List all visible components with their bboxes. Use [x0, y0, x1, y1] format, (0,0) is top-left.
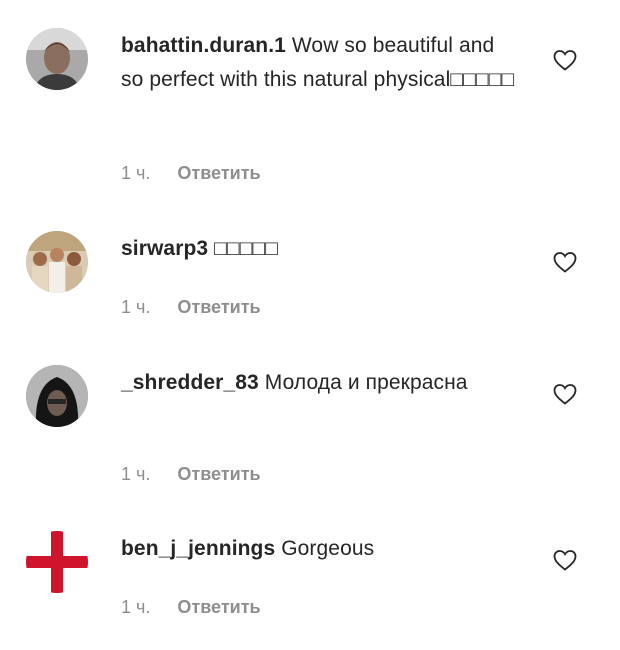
comment-content: _shredder_83 Молода и прекрасна	[121, 366, 521, 400]
like-heart-icon[interactable]	[553, 383, 577, 405]
user-photo-icon	[26, 28, 88, 90]
comment-meta: 1 ч. Ответить	[121, 297, 261, 318]
comment-username[interactable]: _shredder_83	[121, 371, 259, 394]
comment-meta: 1 ч. Ответить	[121, 464, 261, 485]
avatar[interactable]	[26, 365, 88, 427]
comment-content: bahattin.duran.1 Wow so beautiful and so…	[121, 29, 521, 97]
like-heart-icon[interactable]	[553, 49, 577, 71]
comment-username[interactable]: sirwarp3	[121, 237, 208, 260]
like-heart-icon[interactable]	[553, 549, 577, 571]
reply-button[interactable]: Ответить	[177, 597, 260, 617]
comment-meta: 1 ч. Ответить	[121, 163, 261, 184]
avatar[interactable]	[26, 28, 88, 90]
comment-text: □□□□□	[214, 237, 279, 260]
comment-time: 1 ч.	[121, 163, 151, 183]
comment-text: Молода и прекрасна	[264, 371, 468, 394]
avatar[interactable]	[26, 231, 88, 293]
comment-content: sirwarp3 □□□□□	[121, 232, 521, 266]
england-flag-icon	[26, 531, 88, 593]
like-heart-icon[interactable]	[553, 251, 577, 273]
reply-button[interactable]: Ответить	[177, 464, 260, 484]
reply-button[interactable]: Ответить	[177, 297, 260, 317]
group-photo-icon	[26, 231, 88, 293]
comment-time: 1 ч.	[121, 297, 151, 317]
comment-meta: 1 ч. Ответить	[121, 597, 261, 618]
hooded-person-photo-icon	[26, 365, 88, 427]
comment-content: ben_j_jennings Gorgeous	[121, 532, 521, 566]
comment-text: Gorgeous	[281, 537, 375, 560]
comment-time: 1 ч.	[121, 597, 151, 617]
avatar[interactable]	[26, 531, 88, 593]
reply-button[interactable]: Ответить	[177, 163, 260, 183]
comment-time: 1 ч.	[121, 464, 151, 484]
comment-username[interactable]: bahattin.duran.1	[121, 34, 286, 57]
comment-username[interactable]: ben_j_jennings	[121, 537, 275, 560]
